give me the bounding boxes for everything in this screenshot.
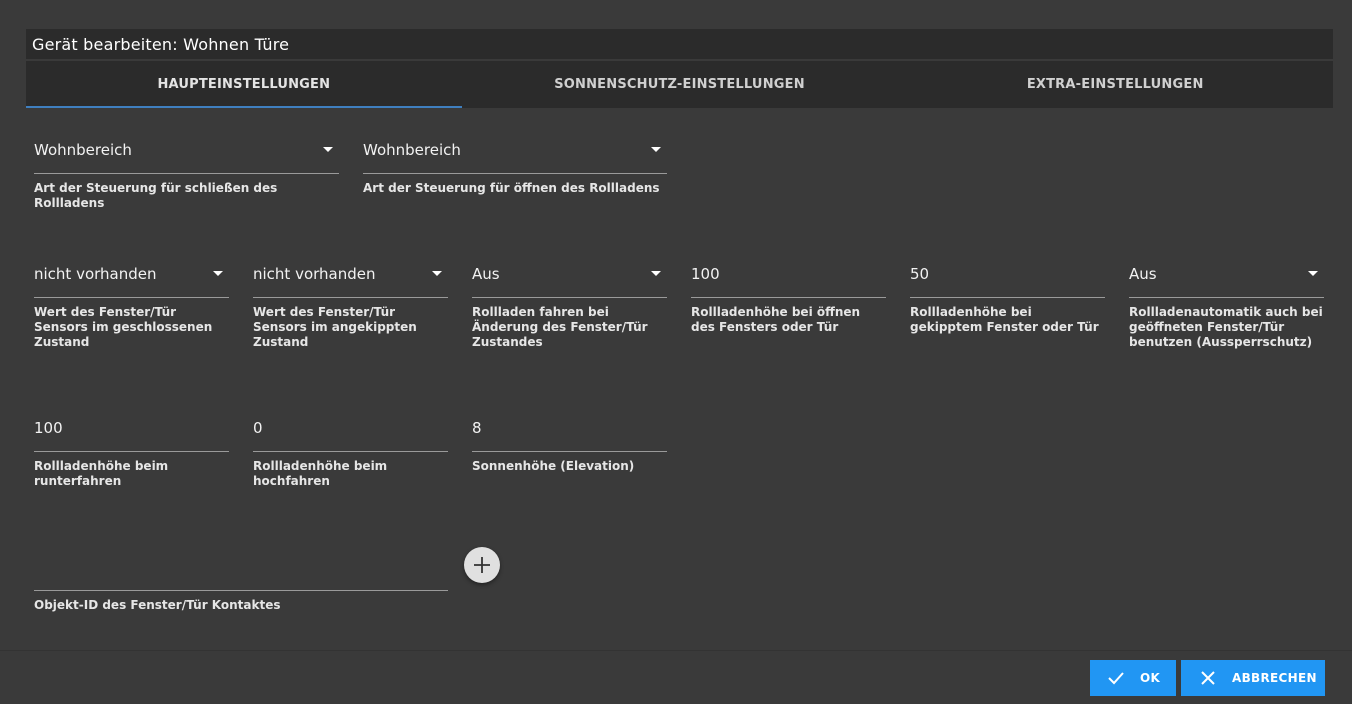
sensor-tilted-value[interactable]: nicht vorhanden (253, 250, 448, 298)
height-up-label: Rollladenhöhe beim hochfahren (253, 459, 388, 488)
height-open-label: Rollladenhöhe bei öffnen des Fensters od… (691, 305, 861, 334)
dropdown-arrow-icon (1308, 271, 1318, 276)
cancel-button-label: ABBRECHEN (1232, 671, 1317, 685)
sensor-tilted-text: nicht vorhanden (253, 264, 376, 283)
close-control-select[interactable]: Wohnbereich Art der Steuerung für schlie… (34, 126, 339, 211)
move-on-change-label: Rollladen fahren bei Änderung des Fenste… (472, 305, 648, 349)
ok-button-label: OK (1140, 671, 1161, 685)
height-tilted-field[interactable]: 50 Rollladenhöhe bei gekipptem Fenster o… (910, 250, 1105, 335)
move-on-change-value[interactable]: Aus (472, 250, 667, 298)
height-down-field[interactable]: 100 Rollladenhöhe beim runterfahren (34, 404, 229, 489)
sensor-closed-value[interactable]: nicht vorhanden (34, 250, 229, 298)
cancel-button[interactable]: ABBRECHEN (1181, 660, 1325, 696)
edit-device-dialog: Gerät bearbeiten: Wohnen Türe HAUPTEINST… (0, 0, 1352, 704)
elevation-label: Sonnenhöhe (Elevation) (472, 459, 635, 473)
open-control-text: Wohnbereich (363, 140, 461, 159)
move-on-change-text: Aus (472, 264, 500, 283)
close-control-label: Art der Steuerung für schließen des Roll… (34, 181, 278, 210)
tab-main-settings[interactable]: HAUPTEINSTELLUNGEN (26, 61, 462, 108)
close-icon (1200, 670, 1216, 686)
tab-sunshade-settings[interactable]: SONNENSCHUTZ-EINSTELLUNGEN (462, 61, 898, 108)
move-on-change-select[interactable]: Aus Rollladen fahren bei Änderung des Fe… (472, 250, 667, 350)
tab-extra-settings[interactable]: EXTRA-EINSTELLUNGEN (897, 61, 1333, 108)
lockout-select[interactable]: Aus Rollladenautomatik auch bei geöffnet… (1129, 250, 1324, 350)
dropdown-arrow-icon (651, 147, 661, 152)
ok-button[interactable]: OK (1090, 660, 1176, 696)
elevation-field[interactable]: 8 Sonnenhöhe (Elevation) (472, 404, 667, 474)
dropdown-arrow-icon (432, 271, 442, 276)
dialog-title: Gerät bearbeiten: Wohnen Türe (32, 34, 290, 54)
check-icon (1108, 670, 1124, 686)
height-down-input[interactable]: 100 (34, 404, 229, 452)
dropdown-arrow-icon (323, 147, 333, 152)
sensor-tilted-select[interactable]: nicht vorhanden Wert des Fenster/Tür Sen… (253, 250, 448, 350)
elevation-input[interactable]: 8 (472, 404, 667, 452)
dropdown-arrow-icon (213, 271, 223, 276)
footer-divider (0, 650, 1352, 651)
height-open-input[interactable]: 100 (691, 250, 886, 298)
lockout-text: Aus (1129, 264, 1157, 283)
dropdown-arrow-icon (651, 271, 661, 276)
height-tilted-label: Rollladenhöhe bei gekipptem Fenster oder… (910, 305, 1099, 334)
add-contact-button[interactable] (464, 547, 500, 583)
contact-id-input[interactable] (34, 543, 448, 591)
height-tilted-input[interactable]: 50 (910, 250, 1105, 298)
open-control-select[interactable]: Wohnbereich Art der Steuerung für öffnen… (363, 126, 667, 196)
sensor-tilted-label: Wert des Fenster/Tür Sensors im angekipp… (253, 305, 417, 349)
plus-icon (474, 557, 490, 573)
close-control-text: Wohnbereich (34, 140, 132, 159)
lockout-label: Rollladenautomatik auch bei geöffneten F… (1129, 305, 1323, 349)
height-up-field[interactable]: 0 Rollladenhöhe beim hochfahren (253, 404, 448, 489)
height-open-field[interactable]: 100 Rollladenhöhe bei öffnen des Fenster… (691, 250, 886, 335)
lockout-value[interactable]: Aus (1129, 250, 1324, 298)
height-down-label: Rollladenhöhe beim runterfahren (34, 459, 169, 488)
open-control-label: Art der Steuerung für öffnen des Rolllad… (363, 181, 660, 195)
contact-id-label: Objekt-ID des Fenster/Tür Kontaktes (34, 598, 281, 612)
sensor-closed-label: Wert des Fenster/Tür Sensors im geschlos… (34, 305, 213, 349)
sensor-closed-text: nicht vorhanden (34, 264, 157, 283)
dialog-titlebar: Gerät bearbeiten: Wohnen Türe (26, 29, 1333, 59)
height-up-input[interactable]: 0 (253, 404, 448, 452)
close-control-value[interactable]: Wohnbereich (34, 126, 339, 174)
contact-id-field[interactable]: Objekt-ID des Fenster/Tür Kontaktes (34, 543, 448, 613)
tab-bar: HAUPTEINSTELLUNGEN SONNENSCHUTZ-EINSTELL… (26, 61, 1333, 108)
sensor-closed-select[interactable]: nicht vorhanden Wert des Fenster/Tür Sen… (34, 250, 229, 350)
open-control-value[interactable]: Wohnbereich (363, 126, 667, 174)
